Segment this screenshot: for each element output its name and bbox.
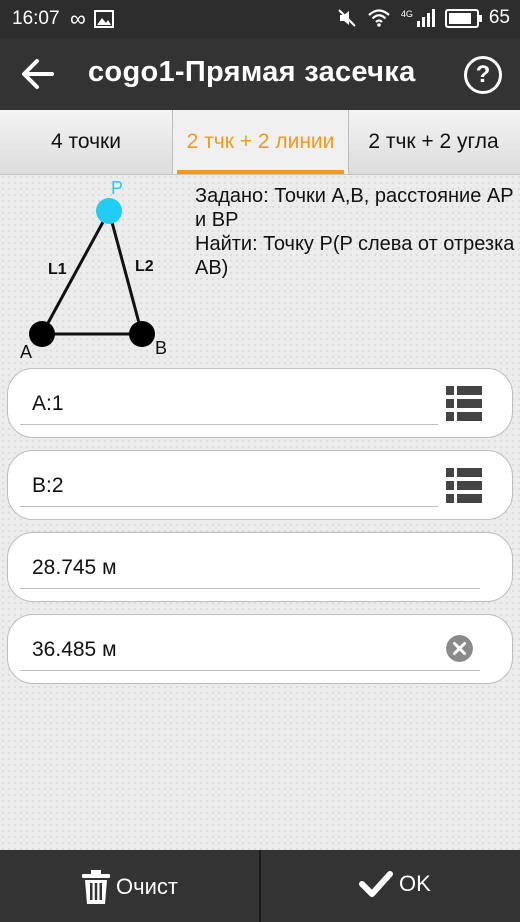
ok-button[interactable]: OK	[261, 850, 520, 922]
label-l1: L1	[48, 261, 67, 278]
label-l2: L2	[135, 258, 154, 275]
point-a-value: A:1	[32, 392, 64, 415]
back-arrow-icon	[22, 59, 54, 89]
clear-button[interactable]: Очист	[0, 850, 259, 922]
problem-description: Задано: Точки A,B, расстояние AP и BP На…	[195, 184, 515, 280]
point-b-value: B:2	[32, 474, 64, 497]
point-b	[129, 321, 155, 347]
trash-icon	[82, 870, 110, 904]
checkmark-icon	[359, 871, 393, 897]
label-a: A	[20, 342, 32, 362]
list-icon[interactable]	[446, 467, 482, 503]
given-text: Задано: Точки A,B, расстояние AP и BP	[195, 185, 514, 231]
tab-label: 4 точки	[51, 130, 121, 153]
back-button[interactable]	[18, 52, 58, 96]
distance-ap-field[interactable]: 28.745 м	[7, 532, 513, 602]
label-b: B	[155, 338, 167, 358]
page-title: cogo1-Прямая засечка	[88, 56, 416, 88]
distance-bp-field[interactable]: 36.485 м	[7, 614, 513, 684]
mute-icon	[338, 9, 356, 27]
list-icon[interactable]	[446, 385, 482, 421]
field-underline	[20, 588, 480, 589]
distance-ap-value: 28.745 м	[32, 556, 117, 579]
image-icon	[93, 10, 114, 28]
point-p	[96, 198, 122, 224]
status-time: 16:07	[12, 8, 60, 29]
network-type: 4G	[400, 9, 413, 19]
find-text: Найти: Точку P(P слева от отрезка AB)	[195, 233, 515, 279]
triangle-diagram: P A B L1 L2	[20, 178, 167, 362]
help-button[interactable]: ?	[464, 56, 502, 94]
help-icon: ?	[475, 61, 491, 88]
tab-label: 2 тчк + 2 линии	[186, 130, 335, 153]
signal-icon: 4G	[401, 9, 435, 27]
point-b-field[interactable]: B:2	[7, 450, 513, 520]
point-a-field[interactable]: A:1	[7, 368, 513, 438]
tab-bar: 4 точки 2 тчк + 2 линии 2 тчк + 2 угла	[0, 110, 520, 175]
distance-bp-value: 36.485 м	[32, 638, 117, 661]
ok-label: OK	[399, 871, 431, 896]
tab-2-points-2-lines[interactable]: 2 тчк + 2 линии	[172, 110, 349, 174]
active-tab-indicator	[177, 170, 344, 174]
clear-label: Очист	[116, 874, 178, 899]
field-underline	[20, 424, 438, 425]
status-bar: 16:07 ∞ 4G 65	[0, 0, 520, 38]
field-underline	[20, 506, 438, 507]
battery-level: 65	[488, 7, 510, 28]
point-a	[29, 321, 55, 347]
tab-2-points-2-angles[interactable]: 2 тчк + 2 угла	[347, 110, 520, 174]
wifi-icon	[368, 9, 390, 27]
infinity-icon: ∞	[70, 6, 86, 31]
field-underline	[20, 670, 480, 671]
battery-icon	[444, 8, 482, 28]
clear-icon[interactable]	[446, 635, 473, 662]
bottom-action-bar: Очист OK	[0, 850, 520, 922]
tab-4-points[interactable]: 4 точки	[0, 110, 172, 174]
label-p: P	[111, 178, 123, 198]
app-bar: cogo1-Прямая засечка ?	[0, 38, 520, 110]
tab-label: 2 тчк + 2 угла	[368, 130, 499, 153]
